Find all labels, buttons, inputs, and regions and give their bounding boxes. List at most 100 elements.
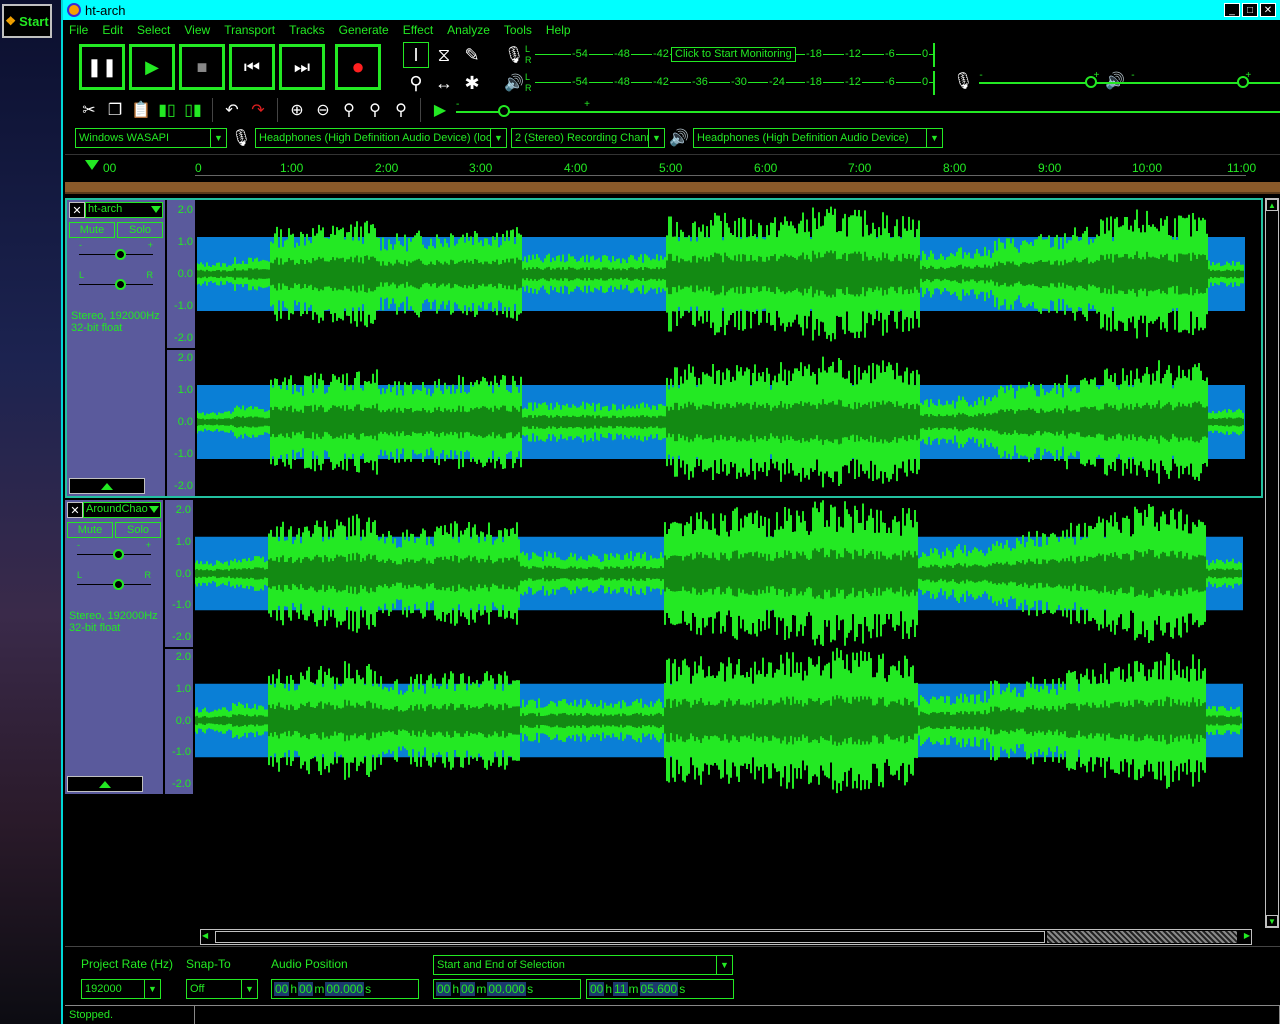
slider-knob[interactable] <box>113 549 124 560</box>
playback-volume-slider[interactable]: - + <box>1131 70 1280 92</box>
zoom-in-button[interactable]: ⊕ <box>285 98 309 122</box>
play-button[interactable]: ▶ <box>129 44 175 90</box>
selection-tool[interactable]: I <box>403 42 429 68</box>
record-volume-slider[interactable]: - + <box>979 70 1280 92</box>
trim-button[interactable]: ▮▯ <box>155 98 179 122</box>
slider-knob[interactable] <box>115 249 126 260</box>
close-button[interactable]: ✕ <box>1260 3 1276 17</box>
menu-transport[interactable]: Transport <box>224 23 275 37</box>
fit-selection-button[interactable]: ⚲ <box>337 98 361 122</box>
selection-start-field[interactable]: 00 h 00 m 00.000 s <box>433 979 581 999</box>
menu-edit[interactable]: Edit <box>102 23 123 37</box>
close-track-button[interactable]: ✕ <box>69 202 85 218</box>
redo-button[interactable]: ↷ <box>246 98 270 122</box>
menu-tracks[interactable]: Tracks <box>289 23 325 37</box>
menu-view[interactable]: View <box>184 23 210 37</box>
menu-help[interactable]: Help <box>546 23 571 37</box>
scroll-thumb[interactable] <box>215 931 1045 943</box>
playback-device-select[interactable]: Headphones (High Definition Audio Device… <box>693 128 943 148</box>
slider-knob[interactable] <box>1085 76 1098 88</box>
close-track-button[interactable]: ✕ <box>67 502 83 518</box>
cut-button[interactable]: ✂ <box>77 98 101 122</box>
zoom-tool[interactable]: ⚲ <box>403 70 429 96</box>
menu-tools[interactable]: Tools <box>504 23 532 37</box>
gain-slider[interactable]: - + <box>77 540 151 570</box>
start-monitoring-button[interactable]: Click to Start Monitoring <box>671 47 796 62</box>
timeline-tick: 2:00 <box>375 161 399 175</box>
play-at-speed-button[interactable]: ▶ <box>428 98 452 122</box>
collapse-track-button[interactable] <box>69 478 145 494</box>
scroll-right-icon[interactable]: ▶ <box>1244 931 1250 940</box>
snap-to-select[interactable]: Off ▼ <box>186 979 258 999</box>
menu-select[interactable]: Select <box>137 23 170 37</box>
vertical-scrollbar[interactable]: ▲ ▼ <box>1265 198 1279 928</box>
waveform-display[interactable] <box>197 200 1251 496</box>
timeline-scrub-bar[interactable] <box>65 182 1280 194</box>
slider-knob[interactable] <box>115 279 126 290</box>
horizontal-scrollbar[interactable]: ◀ ▶ <box>200 929 1252 945</box>
selection-mode-select[interactable]: Start and End of Selection ▼ <box>433 955 733 975</box>
track-name-menu[interactable]: ht-arch <box>85 202 163 218</box>
gain-slider[interactable]: - + <box>79 240 153 270</box>
draw-tool[interactable]: ✎ <box>459 42 485 68</box>
skip-to-end-button[interactable]: ⏭ <box>279 44 325 90</box>
play-speed-slider[interactable]: - + <box>456 99 1280 121</box>
menu-file[interactable]: File <box>69 23 88 37</box>
recording-device-select[interactable]: Headphones (High Definition Audio Device… <box>255 128 507 148</box>
left-channel-label: L <box>525 72 531 82</box>
record-icon: ● <box>351 54 365 79</box>
pencil-icon: ✎ <box>464 44 480 65</box>
scroll-up-icon[interactable]: ▲ <box>1266 199 1278 211</box>
menu-analyze[interactable]: Analyze <box>447 23 490 37</box>
solo-button[interactable]: Solo <box>115 522 161 538</box>
pause-button[interactable]: ❚❚ <box>79 44 125 90</box>
audio-host-select[interactable]: Windows WASAPI ▼ <box>75 128 227 148</box>
waveform-display[interactable] <box>195 500 1249 794</box>
unit-m: m <box>314 982 325 996</box>
mute-button[interactable]: Mute <box>69 222 115 238</box>
playback-meter[interactable]: 🔊 LR -54 -48 -42 -36 -30 -24 -18 -12 -6 … <box>503 70 935 96</box>
menu-effect[interactable]: Effect <box>403 23 433 37</box>
copy-button[interactable]: ❐ <box>103 98 127 122</box>
selection-end-field[interactable]: 00 h 11 m 05.600 s <box>586 979 734 999</box>
record-meter[interactable]: 🎙 LR -54 -48 -42 Click to Start Monitori… <box>503 42 935 68</box>
scroll-down-icon[interactable]: ▼ <box>1266 915 1278 927</box>
multi-tool[interactable]: ✱ <box>459 70 485 96</box>
record-volume-microphone-icon: 🎙 <box>953 73 974 90</box>
fit-project-button[interactable]: ⚲ <box>363 98 387 122</box>
collapse-track-button[interactable] <box>67 776 143 792</box>
audio-track[interactable]: ✕ ht-arch Mute Solo - + LR Stereo, 192000… <box>65 198 1263 498</box>
project-rate-select[interactable]: 192000 ▼ <box>81 979 161 999</box>
start-button[interactable]: ❖ Start <box>2 4 52 38</box>
record-button[interactable]: ● <box>335 44 381 90</box>
envelope-tool[interactable]: ⧖ <box>431 42 457 68</box>
silence-button[interactable]: ▯▮ <box>181 98 205 122</box>
slider-knob[interactable] <box>1237 76 1250 88</box>
vertical-ruler[interactable]: 2.0 1.0 0.0 -1.0 -2.0 2.0 1.0 0.0 -1.0 -2.0 <box>163 500 193 794</box>
audio-position-field[interactable]: 00 h 00 m 00.000 s <box>271 979 419 999</box>
minimize-button[interactable]: _ <box>1224 3 1240 17</box>
scroll-left-icon[interactable]: ◀ <box>202 931 208 940</box>
stop-button[interactable]: ■ <box>179 44 225 90</box>
mute-button[interactable]: Mute <box>67 522 113 538</box>
pan-slider[interactable]: LR <box>79 270 153 300</box>
solo-button[interactable]: Solo <box>117 222 163 238</box>
zoom-out-button[interactable]: ⊖ <box>311 98 335 122</box>
timeline-ruler[interactable]: 00 0 1:00 2:00 3:00 4:00 5:00 6:00 7:00 … <box>65 154 1280 182</box>
zoom-toggle-button[interactable]: ⚲ <box>389 98 413 122</box>
status-text: Stopped. <box>65 1006 195 1024</box>
vertical-ruler[interactable]: 2.0 1.0 0.0 -1.0 -2.0 2.0 1.0 0.0 -1.0 -2.0 <box>165 200 195 496</box>
slider-knob[interactable] <box>113 579 124 590</box>
skip-to-start-button[interactable]: ⏮ <box>229 44 275 90</box>
undo-button[interactable]: ↶ <box>220 98 244 122</box>
menu-generate[interactable]: Generate <box>339 23 389 37</box>
audio-track[interactable]: ✕ AroundChao Mute Solo - + LR Stereo, 192… <box>65 500 1263 796</box>
pan-slider[interactable]: LR <box>77 570 151 600</box>
paste-button[interactable]: 📋 <box>129 98 153 122</box>
time-shift-tool[interactable]: ↔ <box>431 70 457 96</box>
track-name-menu[interactable]: AroundChao <box>83 502 161 518</box>
recording-channels-select[interactable]: 2 (Stereo) Recording Channe ▼ <box>511 128 665 148</box>
maximize-button[interactable]: □ <box>1242 3 1258 17</box>
track-name: AroundChao <box>86 503 148 515</box>
slider-knob[interactable] <box>498 105 510 117</box>
